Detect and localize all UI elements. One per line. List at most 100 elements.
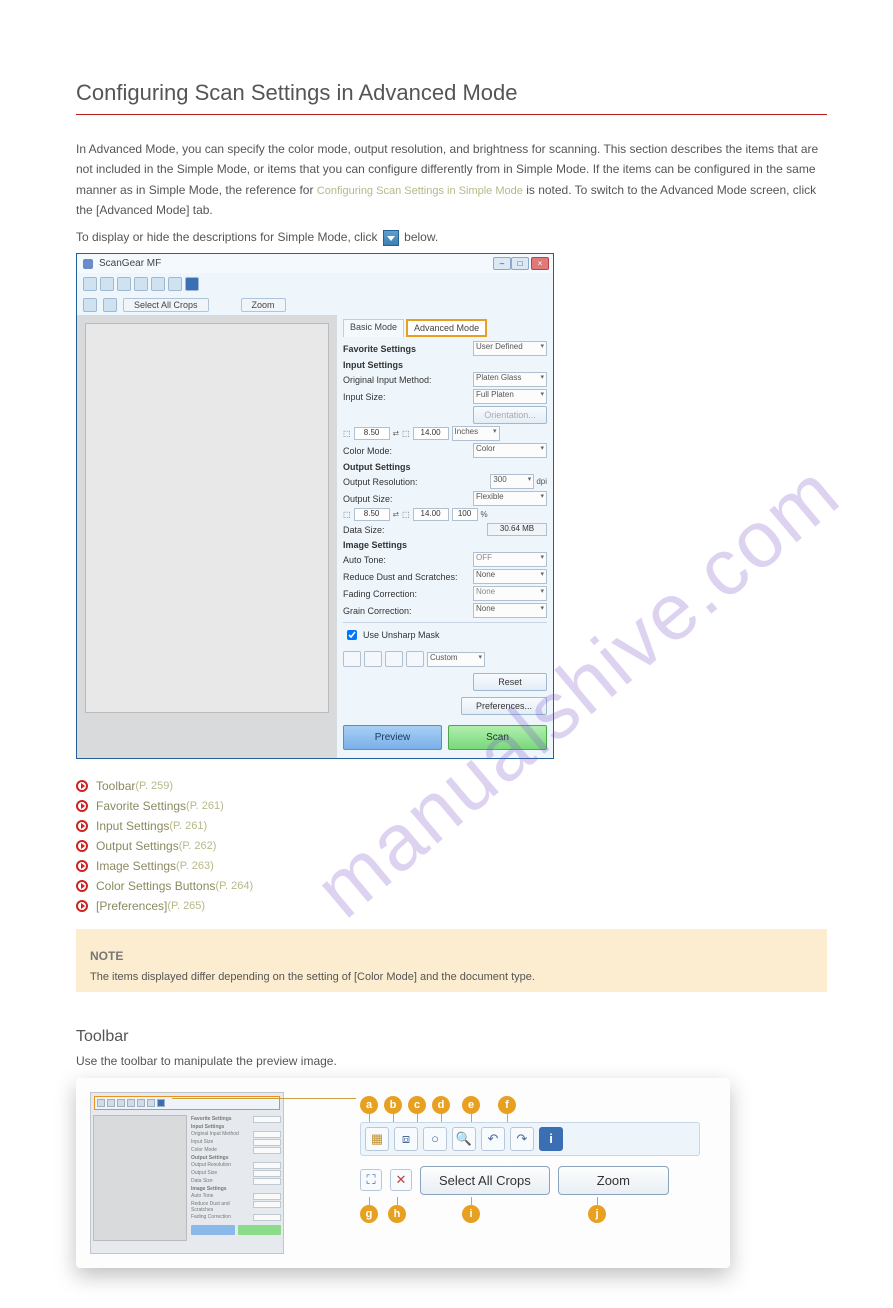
subsection-body: Use the toolbar to manipulate the previe… <box>76 1054 827 1068</box>
lead-link[interactable]: Configuring Scan Settings in Simple Mode <box>317 185 523 197</box>
link-input-settings[interactable]: Input Settings(P. 261) <box>76 819 827 833</box>
grain-label: Grain Correction: <box>343 606 473 616</box>
magnify-icon[interactable] <box>134 277 148 291</box>
data-size-value: 30.64 MB <box>487 523 547 536</box>
rotate-left-icon[interactable] <box>151 277 165 291</box>
select-all-crops-button[interactable]: Select All Crops <box>123 298 209 312</box>
lead-note: To display or hide the descriptions for … <box>76 227 827 247</box>
reset-button[interactable]: Reset <box>473 673 547 691</box>
link-favorite-settings[interactable]: Favorite Settings(P. 261) <box>76 799 827 813</box>
zoom-button[interactable]: Zoom <box>558 1166 669 1195</box>
crop-frame-icon[interactable] <box>83 298 97 312</box>
link-preferences[interactable]: [Preferences](P. 265) <box>76 899 827 913</box>
out-height-input[interactable]: 14.00 <box>413 508 449 521</box>
out-width-input[interactable]: 8.50 <box>354 508 390 521</box>
remove-crop-icon[interactable]: ✕ <box>390 1169 412 1191</box>
grain-dropdown[interactable]: None <box>473 603 547 618</box>
input-size-dropdown[interactable]: Full Platen <box>473 389 547 404</box>
bullet-icon <box>76 820 88 832</box>
width-input[interactable]: 8.50 <box>354 427 390 440</box>
badge-e: e <box>462 1096 480 1114</box>
crop-frame-icon[interactable]: ⛶ <box>360 1169 382 1191</box>
output-size-dropdown[interactable]: Flexible <box>473 491 547 506</box>
badge-h: h <box>388 1205 406 1223</box>
tone-curve-icon[interactable] <box>406 651 424 667</box>
toolbar-row-2: Select All Crops Zoom <box>77 295 553 315</box>
select-all-crops-button[interactable]: Select All Crops <box>420 1166 550 1195</box>
link-toolbar[interactable]: Toolbar(P. 259) <box>76 779 827 793</box>
bullet-icon <box>76 800 88 812</box>
output-resolution-dropdown[interactable]: 300 <box>490 474 534 489</box>
out-percent-input[interactable]: 100 <box>452 508 478 521</box>
note-body: The items displayed differ depending on … <box>90 969 813 986</box>
bullet-icon <box>76 900 88 912</box>
custom-dropdown[interactable]: Custom <box>427 652 485 667</box>
minimize-button[interactable]: – <box>493 257 511 270</box>
fading-label: Fading Correction: <box>343 589 473 599</box>
section-links: Toolbar(P. 259) Favorite Settings(P. 261… <box>76 779 827 913</box>
link-output-settings[interactable]: Output Settings(P. 262) <box>76 839 827 853</box>
rotate-left-icon[interactable]: ↶ <box>481 1127 505 1151</box>
bullet-icon <box>76 780 88 792</box>
unit-dropdown[interactable]: Inches <box>452 426 500 441</box>
crop-icon[interactable]: ⧈ <box>394 1127 418 1151</box>
saturation-icon[interactable] <box>343 651 361 667</box>
link-color-buttons[interactable]: Color Settings Buttons(P. 264) <box>76 879 827 893</box>
fading-dropdown[interactable]: None <box>473 586 547 601</box>
out-link-icon[interactable]: ⮂ <box>393 510 399 520</box>
delete-crop-icon[interactable] <box>103 298 117 312</box>
info-icon[interactable] <box>185 277 199 291</box>
auto-tone-dropdown[interactable]: OFF <box>473 552 547 567</box>
close-button[interactable]: × <box>531 257 549 270</box>
note-box: NOTE The items displayed differ dependin… <box>76 929 827 992</box>
magnify-icon[interactable]: 🔍 <box>452 1127 476 1151</box>
input-method-dropdown[interactable]: Platen Glass <box>473 372 547 387</box>
histogram-icon[interactable] <box>385 651 403 667</box>
brightness-icon[interactable] <box>364 651 382 667</box>
lead-note-suffix: below. <box>404 230 438 244</box>
toolbar-row-1 <box>77 273 553 295</box>
output-resolution-label: Output Resolution: <box>343 477 490 487</box>
unsharp-check-input[interactable] <box>347 630 357 640</box>
maximize-button[interactable]: □ <box>511 257 529 270</box>
section-title: Configuring Scan Settings in Advanced Mo… <box>76 80 827 115</box>
info-icon[interactable]: i <box>539 1127 563 1151</box>
tab-basic-mode[interactable]: Basic Mode <box>343 319 404 337</box>
remove-crop-icon[interactable] <box>117 277 131 291</box>
dust-dropdown[interactable]: None <box>473 569 547 584</box>
favorite-settings-dropdown[interactable]: User Defined <box>473 341 547 356</box>
callout-toolbar-row1: ▦ ⧈ ○ 🔍 ↶ ↷ i <box>360 1122 700 1156</box>
rotate-right-icon[interactable] <box>168 277 182 291</box>
preferences-button[interactable]: Preferences... <box>461 697 547 715</box>
preview-canvas[interactable] <box>85 323 329 713</box>
link-image-settings[interactable]: Image Settings(P. 263) <box>76 859 827 873</box>
badge-d: d <box>432 1096 450 1114</box>
rotate-right-icon[interactable]: ↷ <box>510 1127 534 1151</box>
color-mode-dropdown[interactable]: Color <box>473 443 547 458</box>
auto-crop-icon[interactable] <box>83 277 97 291</box>
scangear-screenshot: ScanGear MF – □ × Select All Crops Zoom <box>76 253 554 759</box>
unsharp-mask-checkbox[interactable]: Use Unsharp Mask <box>343 627 547 643</box>
height-input[interactable]: 14.00 <box>413 427 449 440</box>
crop-icon[interactable] <box>100 277 114 291</box>
auto-crop-icon[interactable]: ▦ <box>365 1127 389 1151</box>
eraser-icon[interactable]: ○ <box>423 1127 447 1151</box>
settings-panel: Basic Mode Advanced Mode Favorite Settin… <box>337 315 553 758</box>
link-icon[interactable]: ⮂ <box>393 429 399 439</box>
out-height-icon: ⬚ <box>402 510 410 519</box>
badge-b: b <box>384 1096 402 1114</box>
dpi-label: dpi <box>536 477 547 486</box>
preview-button[interactable]: Preview <box>343 725 442 750</box>
bullet-icon <box>76 860 88 872</box>
subsection-title: Toolbar <box>76 1028 128 1046</box>
tab-advanced-mode[interactable]: Advanced Mode <box>406 319 487 337</box>
orientation-button: Orientation... <box>473 406 547 424</box>
scan-button[interactable]: Scan <box>448 725 547 750</box>
zoom-button[interactable]: Zoom <box>241 298 286 312</box>
window-titlebar: ScanGear MF – □ × <box>77 254 553 273</box>
reveal-icon[interactable] <box>383 230 399 246</box>
app-icon <box>83 259 93 269</box>
badge-f: f <box>498 1096 516 1114</box>
image-settings-header: Image Settings <box>343 540 547 550</box>
input-method-label: Original Input Method: <box>343 375 473 385</box>
